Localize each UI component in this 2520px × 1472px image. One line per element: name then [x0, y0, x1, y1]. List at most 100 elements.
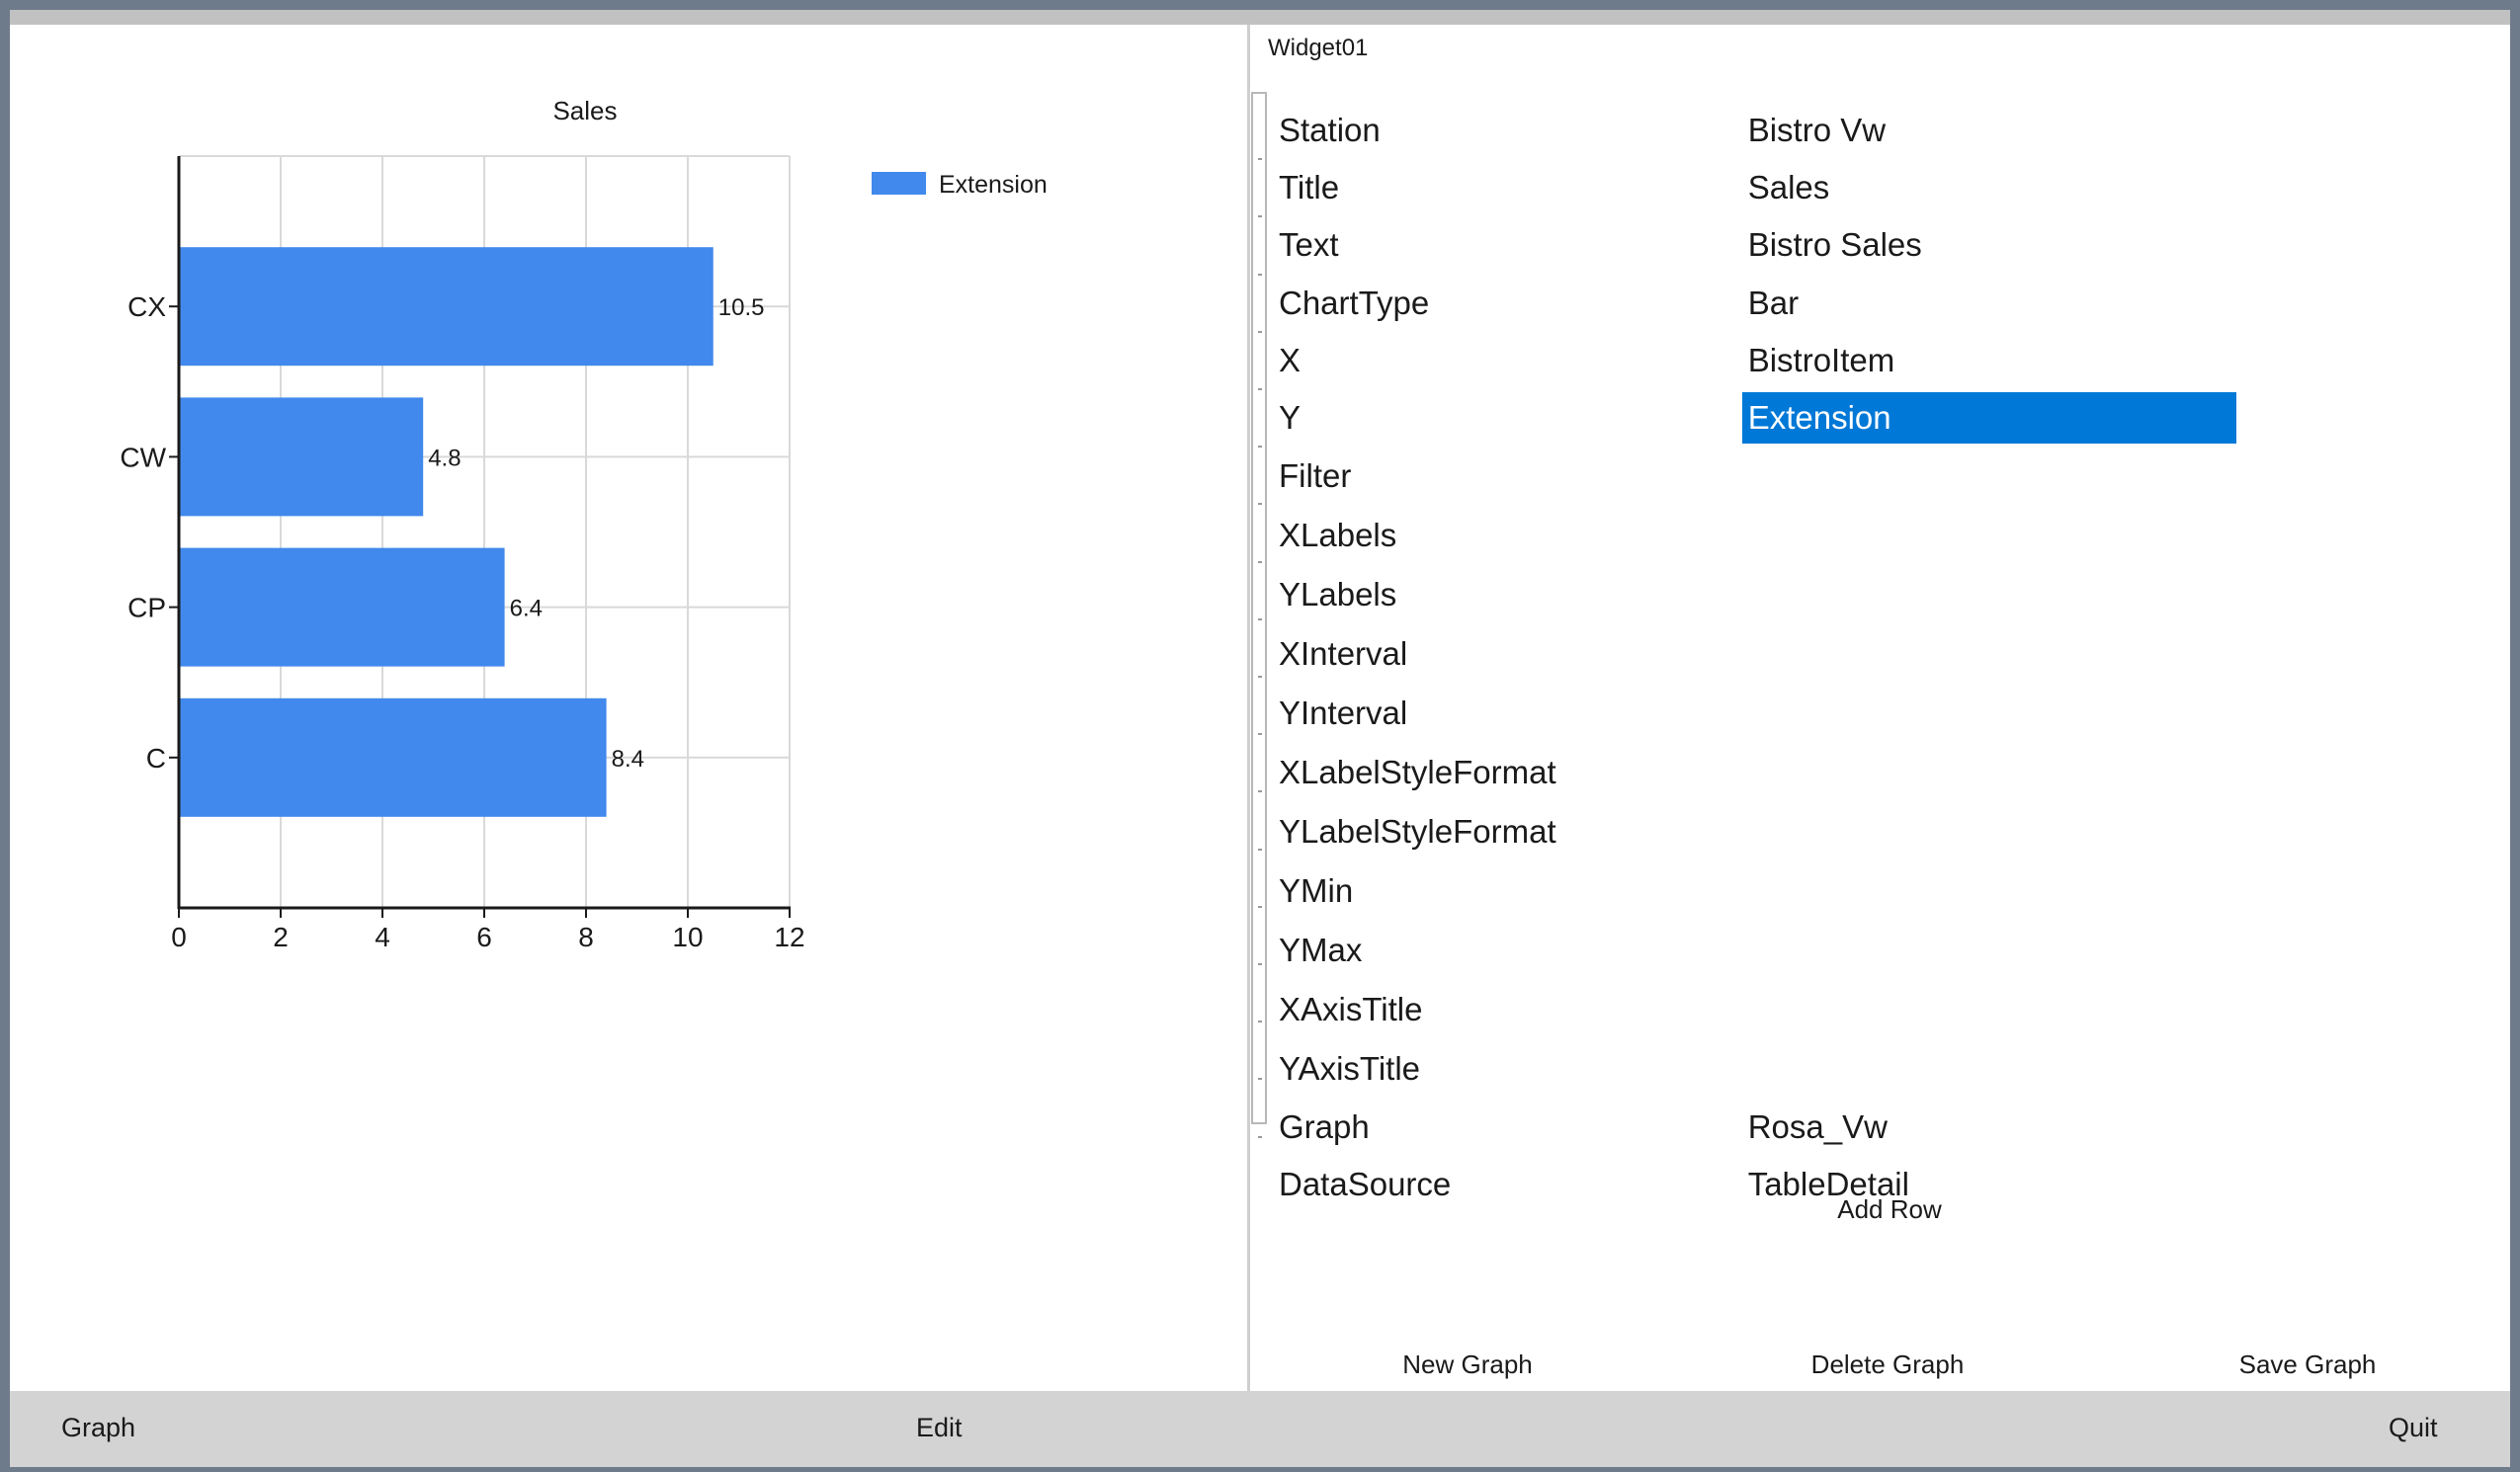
panel-divider[interactable] [1247, 25, 1250, 1391]
property-value-cell[interactable] [1742, 802, 2364, 861]
property-value[interactable] [1742, 506, 2236, 557]
property-row[interactable]: DataSource TableDetail [1277, 1156, 2364, 1213]
property-value[interactable] [1742, 684, 2236, 735]
property-value[interactable]: Sales [1742, 162, 2236, 213]
property-row[interactable]: YMin [1277, 861, 2364, 921]
property-value[interactable] [1742, 1039, 2236, 1091]
property-value-cell[interactable]: Bistro Sales [1742, 216, 2364, 274]
property-name[interactable]: ChartType [1277, 275, 1742, 332]
x-tick-label: 10 [672, 922, 703, 952]
property-name[interactable]: YLabels [1277, 565, 1742, 624]
property-row[interactable]: X BistroItem [1277, 332, 2364, 389]
x-tick-label: 2 [273, 922, 289, 952]
property-value-cell[interactable] [1742, 565, 2364, 624]
property-value[interactable] [1742, 565, 2236, 616]
row-separator-tick [1258, 848, 1262, 851]
property-value-cell[interactable] [1742, 506, 2364, 565]
property-value-cell[interactable]: Bar [1742, 275, 2364, 332]
property-name[interactable]: YAxisTitle [1277, 1039, 1742, 1099]
x-tick-label: 0 [171, 922, 187, 952]
save-graph-button[interactable]: Save Graph [2239, 1349, 2377, 1380]
row-separator-tick [1258, 676, 1262, 678]
delete-graph-button[interactable]: Delete Graph [1811, 1349, 1965, 1380]
property-value[interactable]: BistroItem [1742, 335, 2236, 386]
property-value-cell[interactable]: Rosa_Vw [1742, 1099, 2364, 1156]
property-row[interactable]: ChartType Bar [1277, 275, 2364, 332]
property-name[interactable]: YMin [1277, 861, 1742, 921]
property-name[interactable]: Graph [1277, 1099, 1742, 1156]
property-row[interactable]: YLabelStyleFormat [1277, 802, 2364, 861]
x-tick-label: 6 [476, 922, 492, 952]
property-value[interactable]: Bistro Sales [1742, 219, 2236, 271]
property-value[interactable] [1742, 447, 2236, 498]
property-name[interactable]: Filter [1277, 447, 1742, 506]
property-value-cell[interactable] [1742, 1039, 2364, 1099]
legend-label: Extension [939, 171, 1048, 199]
row-separator-tick [1258, 388, 1262, 390]
property-value-cell[interactable] [1742, 861, 2364, 921]
row-separator-tick [1258, 330, 1262, 333]
property-value-cell[interactable] [1742, 743, 2364, 802]
property-name[interactable]: Title [1277, 159, 1742, 216]
property-value-cell[interactable]: TableDetail [1742, 1156, 2364, 1213]
property-name[interactable]: XInterval [1277, 624, 1742, 684]
property-value[interactable] [1742, 980, 2236, 1031]
property-value[interactable] [1742, 624, 2236, 676]
property-row[interactable]: XAxisTitle [1277, 980, 2364, 1039]
property-name[interactable]: XLabelStyleFormat [1277, 743, 1742, 802]
row-header-strip[interactable] [1251, 92, 1267, 1138]
property-name[interactable]: YLabelStyleFormat [1277, 802, 1742, 861]
property-value[interactable]: Rosa_Vw [1742, 1102, 2236, 1153]
row-separator-tick [1258, 790, 1262, 793]
graph-menu-button[interactable]: Graph [61, 1413, 135, 1443]
property-value-cell[interactable] [1742, 980, 2364, 1039]
property-value[interactable] [1742, 921, 2236, 972]
property-row[interactable]: YLabels [1277, 565, 2364, 624]
property-value-cell[interactable]: Bistro Vw [1742, 102, 2364, 159]
property-value-cell[interactable] [1742, 921, 2364, 980]
property-name[interactable]: Y [1277, 389, 1742, 447]
property-value[interactable]: Bar [1742, 278, 2236, 329]
row-separator-tick [1258, 158, 1262, 161]
property-value[interactable]: Bistro Vw [1742, 105, 2236, 156]
property-name[interactable]: DataSource [1277, 1156, 1742, 1213]
property-value-cell[interactable] [1742, 447, 2364, 506]
property-name[interactable]: Station [1277, 102, 1742, 159]
property-name[interactable]: XAxisTitle [1277, 980, 1742, 1039]
property-row[interactable]: YInterval [1277, 684, 2364, 743]
property-row[interactable]: YAxisTitle [1277, 1039, 2364, 1099]
property-value-cell[interactable]: Sales [1742, 159, 2364, 216]
y-category-label: CP [127, 593, 166, 623]
property-value[interactable] [1742, 743, 2236, 794]
property-row[interactable]: Title Sales [1277, 159, 2364, 216]
property-value-cell[interactable]: BistroItem [1742, 332, 2364, 389]
property-row[interactable]: YMax [1277, 921, 2364, 980]
data-label: 8.4 [612, 746, 644, 773]
property-name[interactable]: X [1277, 332, 1742, 389]
property-value-cell[interactable]: Extension [1741, 389, 2364, 447]
property-value[interactable] [1742, 802, 2236, 854]
property-row[interactable]: XLabelStyleFormat [1277, 743, 2364, 802]
property-name[interactable]: XLabels [1277, 506, 1742, 565]
property-value-selected[interactable]: Extension [1741, 392, 2236, 445]
new-graph-button[interactable]: New Graph [1402, 1349, 1533, 1380]
row-separator-tick [1258, 1078, 1262, 1081]
property-row[interactable]: Text Bistro Sales [1277, 216, 2364, 274]
property-value[interactable] [1742, 861, 2236, 913]
property-row[interactable]: XInterval [1277, 624, 2364, 684]
property-name[interactable]: YMax [1277, 921, 1742, 980]
property-name[interactable]: YInterval [1277, 684, 1742, 743]
property-row[interactable]: XLabels [1277, 506, 2364, 565]
edit-menu-button[interactable]: Edit [916, 1413, 963, 1443]
property-row[interactable]: Filter [1277, 447, 2364, 506]
property-value[interactable]: TableDetail [1742, 1159, 2236, 1210]
property-row[interactable]: Graph Rosa_Vw [1277, 1099, 2364, 1156]
property-value-cell[interactable] [1742, 624, 2364, 684]
property-row[interactable]: Y Extension [1277, 389, 2364, 447]
property-name[interactable]: Text [1277, 216, 1742, 274]
add-row-button[interactable]: Add Row [1837, 1194, 1942, 1225]
property-value-cell[interactable] [1742, 684, 2364, 743]
property-row[interactable]: Station Bistro Vw [1277, 102, 2364, 159]
properties-grid: Station Bistro Vw Title Sales Text Bistro Sal… [1277, 102, 2364, 1214]
quit-button[interactable]: Quit [2389, 1413, 2438, 1443]
